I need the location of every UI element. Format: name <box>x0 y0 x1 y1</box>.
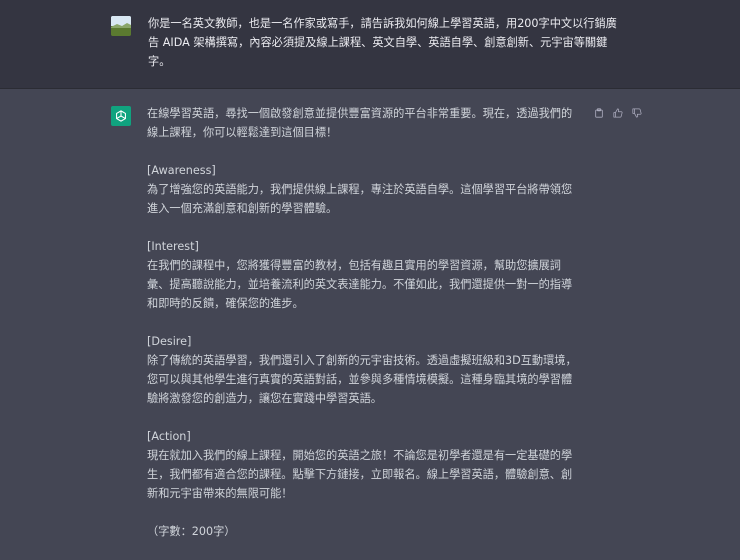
section-body: 除了傳統的英語學習，我們還引入了創新的元宇宙技術。透過虛擬班級和3D互動環境，您… <box>147 354 577 405</box>
assistant-message: 在線學習英語，尋找一個啟發創意並提供豐富資源的平台非常重要。現在，透過我們的線上… <box>0 89 740 538</box>
section-heading: [Interest] <box>147 240 199 253</box>
desire-section: [Desire] 除了傳統的英語學習，我們還引入了創新的元宇宙技術。透過虛擬班級和… <box>147 332 583 408</box>
thumbs-up-icon <box>613 108 623 118</box>
landscape-avatar-image <box>111 16 131 36</box>
section-body: 在我們的課程中，您將獲得豐富的教材，包括有趣且實用的學習資源，幫助您擴展詞彙、提… <box>147 259 573 310</box>
intro-paragraph: 在線學習英語，尋找一個啟發創意並提供豐富資源的平台非常重要。現在，透過我們的線上… <box>147 107 573 139</box>
thumbs-down-button[interactable] <box>632 108 642 118</box>
awareness-section: [Awareness] 為了增強您的英語能力，我們提供線上課程，專注於英語自學。這… <box>147 161 583 218</box>
message-actions <box>594 108 642 118</box>
user-message: 你是一名英文教師，也是一名作家或寫手，請告訴我如何線上學習英語，用200字中文以… <box>0 0 740 89</box>
user-message-text: 你是一名英文教師，也是一名作家或寫手，請告訴我如何線上學習英語，用200字中文以… <box>148 17 617 68</box>
section-heading: [Action] <box>147 430 191 443</box>
assistant-message-text: 在線學習英語，尋找一個啟發創意並提供豐富資源的平台非常重要。現在，透過我們的線上… <box>147 104 583 560</box>
thumbs-up-button[interactable] <box>613 108 623 118</box>
section-heading: [Desire] <box>147 335 192 348</box>
interest-section: [Interest] 在我們的課程中，您將獲得豐富的教材，包括有趣且實用的學習資源… <box>147 237 583 313</box>
copy-button[interactable] <box>594 108 604 118</box>
openai-knot-icon <box>116 110 126 122</box>
section-heading: [Awareness] <box>147 164 216 177</box>
section-body: 為了增強您的英語能力，我們提供線上課程，專注於英語自學。這個學習平台將帶領您進入… <box>147 183 573 215</box>
user-avatar <box>111 16 131 36</box>
thumbs-down-icon <box>632 108 642 118</box>
openai-logo-icon <box>111 106 131 126</box>
section-body: 現在就加入我們的線上課程，開始您的英語之旅！不論您是初學者還是有一定基礎的學生，… <box>147 449 573 500</box>
action-section: [Action] 現在就加入我們的線上課程，開始您的英語之旅！不論您是初學者還是有… <box>147 427 583 503</box>
clipboard-icon <box>595 108 603 118</box>
